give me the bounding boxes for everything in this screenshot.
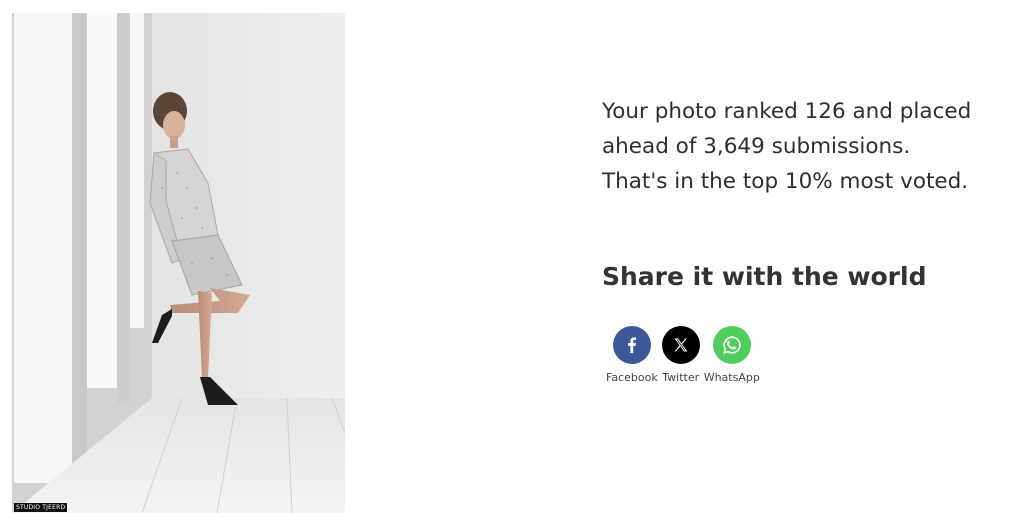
rank-line-3: That's in the top 10% most voted. (602, 169, 969, 194)
share-buttons: Facebook Twitter WhatsApp (606, 326, 760, 384)
rank-line-2: ahead of 3,649 submissions. (602, 134, 911, 159)
share-twitter-button[interactable]: Twitter (661, 326, 700, 384)
x-icon (661, 326, 700, 364)
share-whatsapp-label: WhatsApp (703, 371, 760, 384)
share-twitter-label: Twitter (662, 371, 700, 384)
share-whatsapp-button[interactable]: WhatsApp (704, 326, 760, 384)
photo-illustration (12, 13, 345, 513)
photo-watermark: STUDIO TJEERD (14, 503, 68, 512)
facebook-icon (612, 326, 651, 364)
rank-result-text: Your photo ranked 126 and placed ahead o… (602, 94, 1012, 199)
whatsapp-icon (712, 326, 751, 364)
rank-line-1: Your photo ranked 126 and placed (602, 99, 972, 124)
share-heading: Share it with the world (602, 262, 927, 291)
share-facebook-button[interactable]: Facebook (606, 326, 658, 384)
submitted-photo: STUDIO TJEERD (12, 13, 345, 513)
share-facebook-label: Facebook (606, 371, 658, 384)
